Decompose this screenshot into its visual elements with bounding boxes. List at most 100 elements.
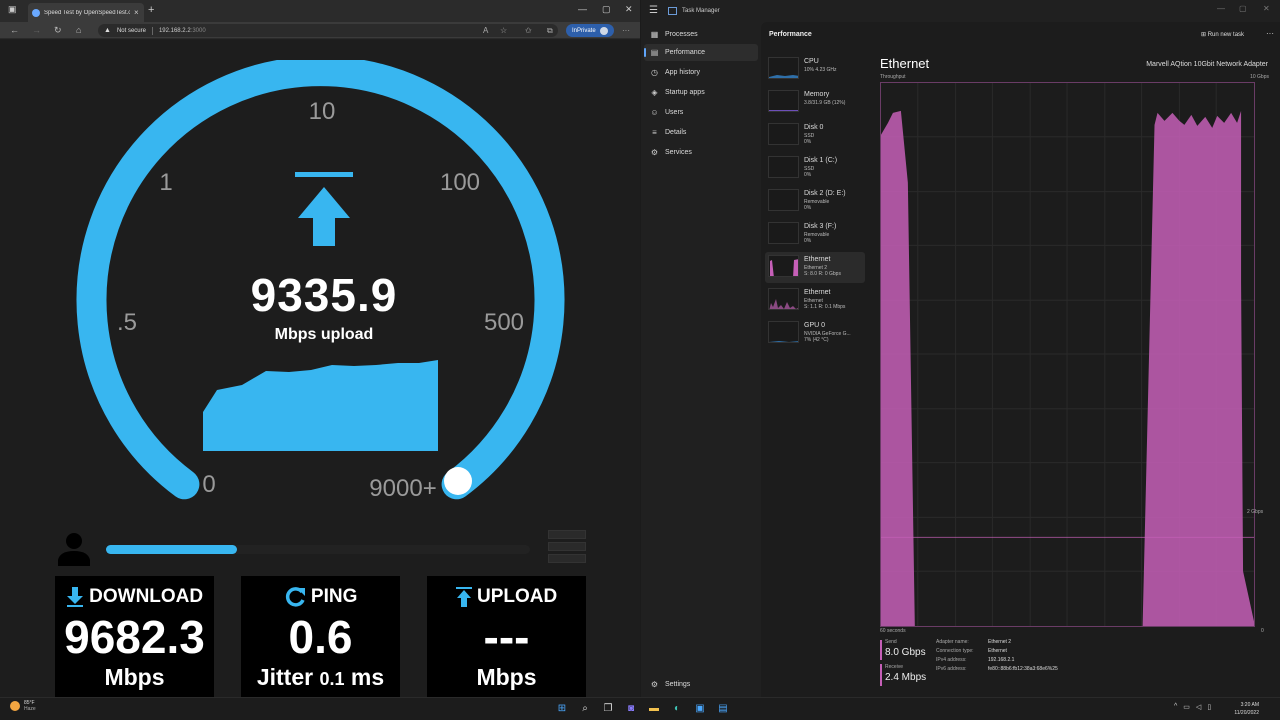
tray-chevron-icon[interactable]: ^ (1174, 703, 1177, 711)
maximize-icon[interactable]: ▢ (602, 4, 611, 15)
property-value: Ethernet 2 (988, 639, 1012, 645)
download-arrow-icon (66, 586, 83, 607)
tm-close-icon[interactable]: ✕ (1263, 4, 1270, 13)
device-name: Memory (804, 91, 830, 98)
refresh-ping-icon (285, 587, 305, 607)
nav-services[interactable]: ⚙ Services (644, 144, 758, 161)
battery-icon[interactable]: ▯ (1207, 703, 1211, 711)
device-stat: 10% 4.23 GHz (804, 67, 837, 73)
device-ethernet[interactable]: Ethernet Ethernet S: 1.1 R: 0.1 Mbps (765, 285, 865, 316)
property-key: IPv4 address: (936, 657, 967, 663)
nav-details[interactable]: ≡ Details (644, 124, 758, 141)
task-manager-app-icon (668, 7, 677, 15)
speedtest-favicon-icon (32, 8, 40, 17)
edge-icon[interactable]: ◐ (670, 701, 684, 715)
speed-history-chart (203, 360, 438, 451)
nav-startup-apps[interactable]: ◈ Startup apps (644, 84, 758, 101)
favorites-icon[interactable]: ✩ (525, 26, 532, 35)
start-icon[interactable]: ⊞ (555, 701, 569, 715)
device-ethernet-2[interactable]: Ethernet Ethernet 2 S: 8.0 R: 0 Gbps (765, 252, 865, 283)
more-options-icon[interactable]: ··· (1266, 29, 1274, 38)
home-icon[interactable]: ⌂ (76, 25, 81, 35)
taskbar: 85°F Haze ⊞ ⌕ ❐ ◙ ▬ ◐ ▣ ▤ ^ ▭ ◁ ▯ 3:20 A… (0, 697, 1280, 720)
weather-widget[interactable]: 85°F Haze (10, 700, 36, 712)
rocket-icon: ◈ (651, 88, 658, 97)
device-name: Ethernet (804, 256, 831, 263)
url-text: 192.168.2.2:3000 (158, 27, 206, 34)
browser-tab[interactable]: Speed Test by OpenSpeedTest.com × (28, 3, 144, 22)
download-card: DOWNLOAD 9682.3 Mbps (55, 576, 214, 697)
nav-processes[interactable]: ▦ Processes (644, 26, 758, 43)
store-icon[interactable]: ▣ (693, 701, 707, 715)
device-disk-0[interactable]: Disk 0 SSD 0% (765, 120, 865, 151)
browser-menu-icon[interactable]: ··· (622, 26, 630, 35)
device-memory[interactable]: Memory 3.8/31.9 GB (12%) (765, 87, 865, 118)
device-thumbnail (768, 321, 799, 343)
gauge-tick-100: 100 (440, 169, 480, 196)
jitter-row: Jitter 0.1 ms (241, 664, 400, 691)
device-thumbnail (768, 255, 799, 277)
run-new-task-button[interactable]: ⊞ Run new task (1201, 31, 1244, 38)
gauge-tick-1: 1 (159, 169, 172, 196)
property-key: IPv6 address: (936, 666, 967, 672)
ping-card: PING 0.6 Jitter 0.1 ms (241, 576, 400, 697)
read-aloud-icon[interactable]: A (483, 26, 488, 35)
upload-value: --- (483, 611, 530, 663)
tm-maximize-icon[interactable]: ▢ (1239, 4, 1247, 13)
ping-header: PING (241, 586, 400, 608)
hamburger-menu-icon[interactable]: ☰ (649, 5, 658, 16)
clock[interactable]: 3:20 AM 11/20/2022 (1225, 701, 1259, 717)
device-name: Disk 1 (C:) (804, 157, 838, 164)
collections-icon[interactable]: ⧉ (547, 26, 553, 36)
back-icon[interactable]: ← (10, 25, 19, 35)
download-header: DOWNLOAD (55, 586, 214, 608)
device-disk-3[interactable]: Disk 3 (F:) Removable 0% (765, 219, 865, 250)
download-label: DOWNLOAD (89, 586, 204, 607)
search-icon[interactable]: ⌕ (578, 701, 592, 715)
nav-label: Services (665, 149, 692, 156)
task-manager-nav: ▦ Processes ▤ Performance ◷ App history ◈ St… (641, 22, 761, 697)
grid-icon: ▦ (650, 30, 659, 39)
graph-mid-label: 2 Gbps (1247, 509, 1264, 515)
device-thumbnail (768, 156, 799, 178)
nav-users[interactable]: ☺ Users (644, 104, 758, 121)
task-manager-titlebar: ☰ Task Manager — ▢ ✕ (641, 0, 1280, 22)
device-disk-1[interactable]: Disk 1 (C:) SSD 0% (765, 153, 865, 184)
volume-icon[interactable]: ◁ (1196, 703, 1201, 711)
device-stat: 0% (804, 172, 812, 178)
url-divider (151, 26, 153, 35)
property-row: Adapter name: Ethernet 2 (936, 639, 1011, 645)
gauge-needle-knob (444, 467, 472, 495)
inprivate-badge[interactable]: InPrivate (566, 24, 614, 37)
device-cpu[interactable]: CPU 10% 4.23 GHz (765, 54, 865, 85)
task-manager-taskbar-icon[interactable]: ▤ (716, 701, 730, 715)
desktop: ▣ Speed Test by OpenSpeedTest.com × + — … (0, 0, 1280, 720)
minimize-icon[interactable]: — (578, 4, 587, 14)
device-disk-2[interactable]: Disk 2 (D: E:) Removable 0% (765, 186, 865, 217)
add-favorite-icon[interactable]: ☆ (500, 26, 507, 35)
weather-sun-icon (10, 701, 20, 711)
performance-header: Performance (769, 31, 812, 38)
nav-performance[interactable]: ▤ Performance (644, 44, 758, 61)
clock-date: 11/20/2022 (1234, 710, 1259, 716)
refresh-icon[interactable]: ↻ (54, 25, 62, 36)
new-tab-button[interactable]: + (148, 4, 154, 16)
device-stat: 0% (804, 205, 812, 211)
device-gpu-0[interactable]: GPU 0 NVIDIA GeForce G... 7% (42 °C) (765, 318, 865, 349)
task-manager-window: ☰ Task Manager — ▢ ✕ ▦ Processes ▤ Perform… (641, 0, 1280, 697)
chat-icon[interactable]: ◙ (624, 701, 638, 715)
tab-actions-icon[interactable]: ▣ (8, 4, 17, 15)
nav-label: Details (665, 129, 687, 136)
nav-app-history[interactable]: ◷ App history (644, 64, 758, 81)
task-view-icon[interactable]: ❐ (601, 701, 615, 715)
close-window-icon[interactable]: ✕ (625, 4, 633, 15)
upload-card-arrow-icon (455, 586, 472, 607)
tm-minimize-icon[interactable]: — (1217, 4, 1225, 13)
tab-close-icon[interactable]: × (134, 8, 139, 17)
forward-icon[interactable]: → (32, 25, 41, 35)
network-icon[interactable]: ▭ (1183, 703, 1190, 711)
url-field[interactable]: ▲ Not secure 192.168.2.2:3000 (98, 24, 558, 37)
file-explorer-icon[interactable]: ▬ (647, 701, 661, 715)
tab-title: Speed Test by OpenSpeedTest.com (44, 9, 130, 16)
nav-settings[interactable]: ⚙ Settings (644, 676, 758, 693)
